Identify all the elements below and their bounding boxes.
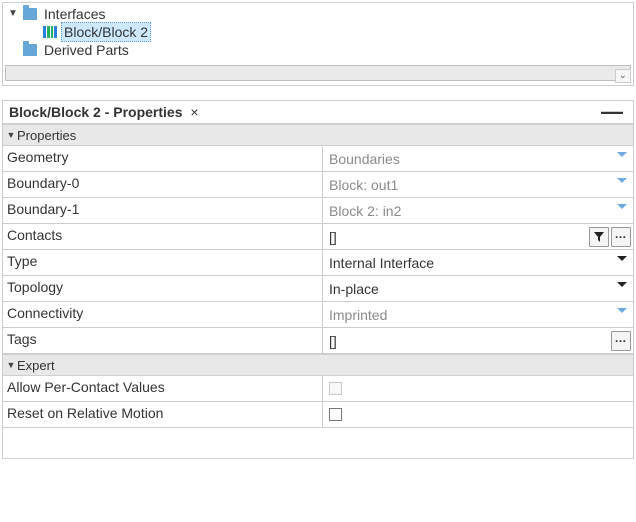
panel-empty-space bbox=[3, 428, 633, 458]
close-icon[interactable]: × bbox=[186, 104, 202, 120]
chevron-down-icon[interactable] bbox=[617, 282, 627, 287]
prop-row-boundary1: Boundary-1 Block 2: in2 bbox=[3, 198, 633, 224]
prop-row-reset-relative-motion: Reset on Relative Motion bbox=[3, 402, 633, 428]
prop-value-contacts[interactable]: [] … bbox=[323, 224, 633, 249]
value-text: In-place bbox=[329, 281, 379, 297]
chevron-down-icon[interactable] bbox=[617, 204, 627, 209]
tree-node-interfaces[interactable]: ▼ Interfaces bbox=[7, 5, 629, 23]
value-text: Internal Interface bbox=[329, 255, 434, 271]
checkbox[interactable] bbox=[329, 408, 342, 421]
ellipsis-button[interactable]: … bbox=[611, 331, 631, 351]
prop-label: Tags bbox=[3, 328, 323, 353]
section-properties[interactable]: ▼ Properties bbox=[3, 124, 633, 146]
section-properties-label: Properties bbox=[17, 128, 76, 143]
tree-label-derived-parts: Derived Parts bbox=[41, 41, 132, 59]
folder-icon bbox=[23, 8, 37, 20]
prop-label: Boundary-0 bbox=[3, 172, 323, 197]
prop-value-allow-per-contact bbox=[323, 376, 633, 401]
prop-label: Reset on Relative Motion bbox=[3, 402, 323, 427]
prop-label: Topology bbox=[3, 276, 323, 301]
tree-label-selected: Block/Block 2 bbox=[61, 22, 151, 42]
prop-value-geometry[interactable]: Boundaries bbox=[323, 146, 633, 171]
tree-node-block-block2[interactable]: Block/Block 2 bbox=[7, 23, 629, 41]
chevron-down-icon[interactable] bbox=[617, 178, 627, 183]
value-text: Boundaries bbox=[329, 151, 400, 167]
prop-value-type[interactable]: Internal Interface bbox=[323, 250, 633, 275]
ellipsis-button[interactable]: … bbox=[611, 227, 631, 247]
prop-row-boundary0: Boundary-0 Block: out1 bbox=[3, 172, 633, 198]
prop-value-boundary0[interactable]: Block: out1 bbox=[323, 172, 633, 197]
prop-row-connectivity: Connectivity Imprinted bbox=[3, 302, 633, 328]
chevron-down-icon[interactable] bbox=[617, 308, 627, 313]
prop-label: Contacts bbox=[3, 224, 323, 249]
tree-footer-bar bbox=[5, 65, 631, 81]
prop-value-topology[interactable]: In-place bbox=[323, 276, 633, 301]
filter-button[interactable] bbox=[589, 227, 609, 247]
filter-icon bbox=[594, 232, 604, 242]
prop-value-tags[interactable]: [] … bbox=[323, 328, 633, 353]
tree-node-derived-parts[interactable]: Derived Parts bbox=[7, 41, 629, 59]
panel-title: Block/Block 2 - Properties bbox=[9, 104, 183, 120]
chevron-down-icon[interactable] bbox=[617, 152, 627, 157]
value-text: [] bbox=[329, 333, 337, 349]
chevron-down-icon[interactable] bbox=[617, 256, 627, 261]
prop-row-contacts: Contacts [] … bbox=[3, 224, 633, 250]
value-text: Block 2: in2 bbox=[329, 203, 401, 219]
prop-row-tags: Tags [] … bbox=[3, 328, 633, 354]
minimize-icon[interactable]: — bbox=[601, 108, 625, 116]
tree-panel: ▼ Interfaces Block/Block 2 Derived Parts… bbox=[2, 2, 634, 86]
value-text: Block: out1 bbox=[329, 177, 398, 193]
prop-value-boundary1[interactable]: Block 2: in2 bbox=[323, 198, 633, 223]
tree: ▼ Interfaces Block/Block 2 Derived Parts bbox=[3, 3, 633, 61]
checkbox bbox=[329, 382, 342, 395]
prop-row-topology: Topology In-place bbox=[3, 276, 633, 302]
interface-icon bbox=[43, 26, 57, 38]
prop-label: Type bbox=[3, 250, 323, 275]
prop-value-connectivity[interactable]: Imprinted bbox=[323, 302, 633, 327]
section-expert-label: Expert bbox=[17, 358, 55, 373]
prop-row-allow-per-contact: Allow Per-Contact Values bbox=[3, 376, 633, 402]
properties-panel: Block/Block 2 - Properties × — ▼ Propert… bbox=[2, 100, 634, 459]
chevron-down-icon[interactable]: ▼ bbox=[5, 359, 17, 371]
folder-icon bbox=[23, 44, 37, 56]
scroll-down-icon[interactable]: ⌄ bbox=[615, 69, 631, 83]
prop-label: Geometry bbox=[3, 146, 323, 171]
value-text: [] bbox=[329, 229, 337, 245]
prop-row-type: Type Internal Interface bbox=[3, 250, 633, 276]
chevron-down-icon[interactable]: ▼ bbox=[5, 129, 17, 141]
tree-collapse-icon[interactable]: ▼ bbox=[7, 8, 19, 20]
prop-label: Connectivity bbox=[3, 302, 323, 327]
section-expert[interactable]: ▼ Expert bbox=[3, 354, 633, 376]
prop-label: Boundary-1 bbox=[3, 198, 323, 223]
prop-label: Allow Per-Contact Values bbox=[3, 376, 323, 401]
prop-value-reset-relative-motion[interactable] bbox=[323, 402, 633, 427]
tree-label-interfaces: Interfaces bbox=[41, 5, 108, 23]
value-text: Imprinted bbox=[329, 307, 387, 323]
prop-row-geometry: Geometry Boundaries bbox=[3, 146, 633, 172]
properties-header: Block/Block 2 - Properties × — bbox=[3, 101, 633, 124]
